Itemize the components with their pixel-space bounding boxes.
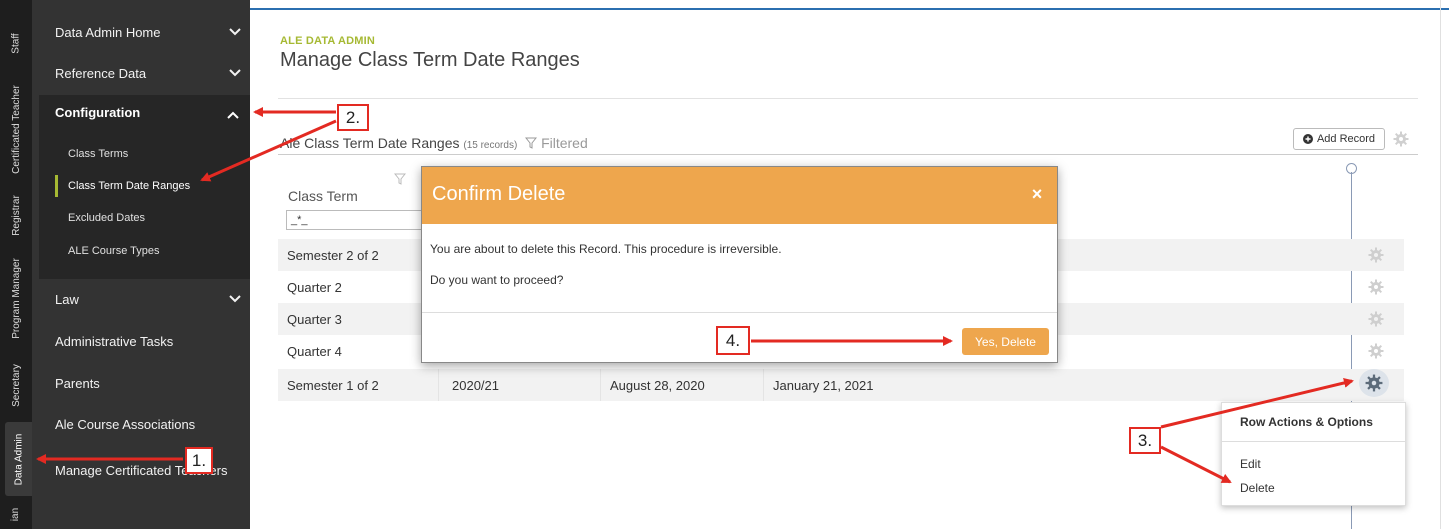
- sidebar-item-data-admin-home[interactable]: Data Admin Home: [32, 12, 250, 52]
- role-tab-label: ian: [10, 507, 22, 522]
- table-row[interactable]: Semester 1 of 2 2020/21 August 28, 2020 …: [278, 369, 1404, 401]
- cell-start-date: August 28, 2020: [610, 378, 705, 393]
- column-divider: [763, 369, 764, 401]
- row-actions-gear-button[interactable]: [1359, 369, 1389, 397]
- add-record-button[interactable]: Add Record: [1293, 128, 1385, 150]
- cell-school-year: 2020/21: [452, 378, 499, 393]
- role-tab-program-manager[interactable]: Program Manager: [0, 246, 32, 350]
- role-tab-ian[interactable]: ian: [0, 500, 32, 529]
- sidebar-item-reference-data[interactable]: Reference Data: [32, 53, 250, 93]
- annotation-step-4: 4.: [716, 326, 750, 355]
- dialog-message: You are about to delete this Record. Thi…: [430, 242, 782, 256]
- role-tab-registrar[interactable]: Registrar: [0, 186, 32, 244]
- yes-delete-button[interactable]: Yes, Delete: [962, 328, 1049, 355]
- role-tab-data-admin[interactable]: Data Admin: [5, 422, 32, 496]
- menu-item-edit[interactable]: Edit: [1240, 457, 1261, 471]
- gear-icon[interactable]: [1368, 247, 1384, 263]
- role-tab-label: Program Manager: [10, 257, 22, 339]
- role-tab-label: Registrar: [10, 194, 22, 236]
- divider: [1222, 441, 1405, 442]
- filtered-label: Filtered: [541, 135, 588, 151]
- role-tab-staff[interactable]: Staff: [0, 14, 32, 72]
- sidebar-item-label: Law: [55, 291, 79, 307]
- row-actions-menu: Row Actions & Options Edit Delete: [1221, 402, 1406, 506]
- sidebar-item-configuration[interactable]: Configuration: [55, 105, 140, 120]
- window-edge: [1440, 0, 1449, 529]
- gear-icon: [1365, 374, 1383, 392]
- sidebar: Data Admin Home Reference Data Configura…: [32, 0, 250, 529]
- sidebar-subitem-class-terms[interactable]: Class Terms: [68, 148, 128, 160]
- menu-title: Row Actions & Options: [1240, 415, 1373, 429]
- chevron-down-icon: [229, 295, 241, 303]
- sidebar-item-manage-certificated-teachers[interactable]: Manage Certificated Teachers: [32, 450, 250, 490]
- record-count: (15 records): [463, 140, 518, 151]
- gear-icon[interactable]: [1368, 279, 1384, 295]
- role-tab-label: Certificated Teacher: [10, 84, 22, 174]
- divider: [422, 312, 1057, 313]
- class-term-filter-input[interactable]: _*_: [286, 210, 422, 230]
- plus-circle-icon: [1302, 134, 1313, 144]
- column-divider: [600, 369, 601, 401]
- annotation-step-3: 3.: [1129, 427, 1161, 454]
- sidebar-item-label: Administrative Tasks: [55, 333, 174, 349]
- sidebar-item-label: Parents: [55, 375, 100, 391]
- sidebar-subitem-excluded-dates[interactable]: Excluded Dates: [68, 212, 145, 224]
- annotation-step-2: 2.: [337, 104, 369, 131]
- gear-icon[interactable]: [1393, 131, 1409, 147]
- cell-class-term: Quarter 3: [287, 312, 342, 327]
- role-tab-secretary[interactable]: Secretary: [0, 352, 32, 418]
- sidebar-item-label: Data Admin Home: [55, 24, 161, 40]
- add-record-label: Add Record: [1316, 133, 1376, 145]
- divider: [278, 98, 1418, 99]
- dialog-question: Do you want to proceed?: [430, 273, 564, 287]
- grid-title: Ale Class Term Date Ranges (15 records) …: [280, 135, 588, 151]
- page-title: Manage Class Term Date Ranges: [280, 49, 580, 71]
- page-eyebrow: ALE DATA ADMIN: [280, 35, 376, 47]
- sidebar-item-label: Reference Data: [55, 65, 147, 81]
- gear-icon[interactable]: [1368, 311, 1384, 327]
- sidebar-item-law[interactable]: Law: [32, 279, 250, 319]
- annotation-step-1: 1.: [185, 447, 213, 474]
- role-tab-label: Staff: [10, 32, 22, 54]
- sidebar-subitem-ale-course-types[interactable]: ALE Course Types: [68, 245, 160, 257]
- dialog-title: Confirm Delete: [432, 183, 566, 205]
- sidebar-subitem-class-term-date-ranges[interactable]: Class Term Date Ranges: [68, 180, 190, 192]
- filter-icon: [525, 137, 538, 149]
- cell-class-term: Quarter 4: [287, 344, 342, 359]
- chevron-up-icon[interactable]: [226, 109, 240, 123]
- top-border: [250, 8, 1449, 10]
- role-tab-label: Secretary: [10, 363, 22, 407]
- cell-class-term: Semester 2 of 2: [287, 248, 379, 263]
- sidebar-item-ale-course-associations[interactable]: Ale Course Associations: [32, 404, 250, 444]
- chevron-down-icon: [229, 69, 241, 77]
- role-tab-certificated-teacher[interactable]: Certificated Teacher: [0, 74, 32, 184]
- sidebar-item-administrative-tasks[interactable]: Administrative Tasks: [32, 321, 250, 361]
- active-indicator: [55, 175, 58, 197]
- role-tab-label: Data Admin: [13, 433, 25, 485]
- sidebar-item-label: Ale Course Associations: [55, 416, 196, 432]
- sidebar-config-panel: Configuration Class Terms Class Term Dat…: [39, 95, 250, 279]
- cell-end-date: January 21, 2021: [773, 378, 874, 393]
- role-tabs: Staff Certificated Teacher Registrar Pro…: [0, 0, 32, 529]
- sidebar-item-parents[interactable]: Parents: [32, 363, 250, 403]
- chevron-down-icon: [229, 28, 241, 36]
- cell-class-term: Quarter 2: [287, 280, 342, 295]
- cell-class-term: Semester 1 of 2: [287, 378, 379, 393]
- gear-icon[interactable]: [1368, 343, 1384, 359]
- menu-item-delete[interactable]: Delete: [1240, 481, 1275, 495]
- close-icon[interactable]: ×: [1027, 184, 1047, 204]
- divider: [278, 154, 1418, 155]
- column-header-class-term[interactable]: Class Term: [288, 188, 358, 204]
- filter-icon[interactable]: [394, 173, 406, 185]
- grid-title-text: Ale Class Term Date Ranges: [280, 135, 460, 151]
- dialog-header: Confirm Delete ×: [422, 167, 1057, 224]
- column-divider: [438, 369, 439, 401]
